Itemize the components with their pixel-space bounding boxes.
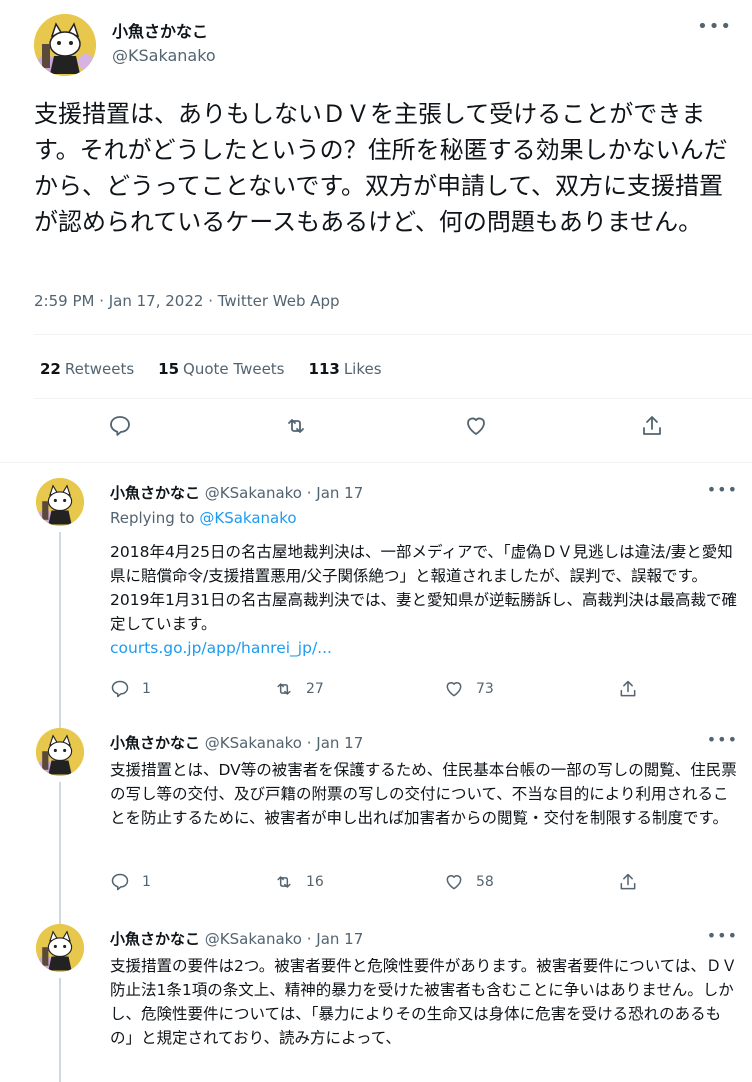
share-icon xyxy=(620,680,636,697)
tweet-timestamp[interactable]: 2:59 PM · Jan 17, 2022 · Twitter Web App xyxy=(34,292,340,310)
like-button[interactable]: 58 xyxy=(444,872,494,892)
share-button[interactable] xyxy=(618,679,638,699)
retweet-count: 16 xyxy=(306,874,324,890)
author-handle-date[interactable]: @KSakanako · Jan 17 xyxy=(205,734,363,752)
replying-to: Replying to @KSakanako xyxy=(110,509,297,527)
tweet-stats: 22 Retweets 15 Quote Tweets 113 Likes xyxy=(40,360,382,378)
tweet-text: 支援措置は、ありもしないＤＶを主張して受けることができます。それがどうしたという… xyxy=(34,100,728,236)
reply-icon xyxy=(111,680,129,698)
more-icon[interactable]: ••• xyxy=(707,482,738,498)
avatar[interactable] xyxy=(36,924,84,972)
main-tweet: 小魚さかなこ @KSakanako ••• 支援措置は、ありもしないＤＶを主張し… xyxy=(0,0,752,462)
author-name[interactable]: 小魚さかなこ xyxy=(110,734,200,752)
cat-avatar-icon xyxy=(36,728,84,776)
author-handle-date[interactable]: @KSakanako · Jan 17 xyxy=(205,484,363,502)
avatar[interactable] xyxy=(36,478,84,526)
retweet-button[interactable]: 27 xyxy=(274,679,324,699)
heart-icon xyxy=(467,417,485,435)
retweets-stat[interactable]: 22 Retweets xyxy=(40,360,134,378)
retweet-button[interactable] xyxy=(284,414,318,448)
retweet-icon xyxy=(277,876,291,888)
reply-icon xyxy=(110,416,130,436)
retweet-count: 27 xyxy=(306,681,324,697)
reply-tweet[interactable]: 小魚さかなこ @KSakanako · Jan 17 ••• 支援措置の要件は2… xyxy=(0,924,752,1082)
thread-line xyxy=(59,532,61,728)
share-button[interactable] xyxy=(640,414,674,448)
reply-text: 支援措置の要件は2つ。被害者要件と危険性要件があります。被害者要件については、Ｄ… xyxy=(110,957,737,1047)
cat-avatar-icon xyxy=(34,14,96,76)
reply-actions: 1 27 73 xyxy=(110,679,650,701)
tweet-actions xyxy=(0,414,752,448)
like-count: 58 xyxy=(476,874,494,890)
reply-tweet[interactable]: 小魚さかなこ @KSakanako · Jan 17 ••• 支援措置とは、DV… xyxy=(0,728,752,924)
heart-icon xyxy=(446,682,462,697)
author-name[interactable]: 小魚さかなこ xyxy=(110,930,200,948)
external-link[interactable]: courts.go.jp/app/hanrei_jp/... xyxy=(110,639,332,657)
likes-stat[interactable]: 113 Likes xyxy=(309,360,382,378)
reply-text: 支援措置とは、DV等の被害者を保護するため、住民基本台帳の一部の写しの閲覧、住民… xyxy=(110,761,737,827)
divider xyxy=(34,398,752,399)
share-icon xyxy=(643,416,661,435)
share-button[interactable] xyxy=(618,872,638,892)
more-icon[interactable]: ••• xyxy=(707,928,738,944)
reply-icon xyxy=(111,873,129,891)
reply-header: 小魚さかなこ @KSakanako · Jan 17 xyxy=(110,732,363,753)
reply-tweet[interactable]: 小魚さかなこ @KSakanako · Jan 17 ••• Replying … xyxy=(0,478,752,728)
author-name[interactable]: 小魚さかなこ xyxy=(110,484,200,502)
reply-header: 小魚さかなこ @KSakanako · Jan 17 xyxy=(110,928,363,949)
more-icon[interactable]: ••• xyxy=(697,18,732,36)
like-button[interactable] xyxy=(464,414,498,448)
retweet-icon xyxy=(277,683,291,695)
cat-avatar-icon xyxy=(36,924,84,972)
reply-button[interactable]: 1 xyxy=(110,679,151,699)
thread-line xyxy=(59,782,61,924)
reply-button[interactable] xyxy=(108,414,142,448)
avatar[interactable] xyxy=(34,14,96,76)
thread-line xyxy=(59,978,61,1082)
replying-to-link[interactable]: @KSakanako xyxy=(199,509,296,527)
reply-count: 1 xyxy=(142,681,151,697)
reply-count: 1 xyxy=(142,874,151,890)
divider xyxy=(34,334,752,335)
cat-avatar-icon xyxy=(36,478,84,526)
retweet-icon xyxy=(288,419,304,433)
more-icon[interactable]: ••• xyxy=(707,732,738,748)
like-button[interactable]: 73 xyxy=(444,679,494,699)
heart-icon xyxy=(446,875,462,890)
retweet-button[interactable]: 16 xyxy=(274,872,324,892)
author-name[interactable]: 小魚さかなこ xyxy=(112,18,208,42)
reply-text: 2018年4月25日の名古屋地裁判決は、一部メディアで、「虚偽ＤＶ見逃しは違法/… xyxy=(110,543,738,657)
reply-header: 小魚さかなこ @KSakanako · Jan 17 xyxy=(110,482,363,503)
avatar[interactable] xyxy=(36,728,84,776)
separator xyxy=(0,462,752,463)
author-handle-date[interactable]: @KSakanako · Jan 17 xyxy=(205,930,363,948)
reply-actions: 1 16 58 xyxy=(110,872,650,894)
quotes-stat[interactable]: 15 Quote Tweets xyxy=(158,360,284,378)
like-count: 73 xyxy=(476,681,494,697)
reply-button[interactable]: 1 xyxy=(110,872,151,892)
share-icon xyxy=(620,873,636,890)
author-handle[interactable]: @KSakanako xyxy=(112,46,216,65)
